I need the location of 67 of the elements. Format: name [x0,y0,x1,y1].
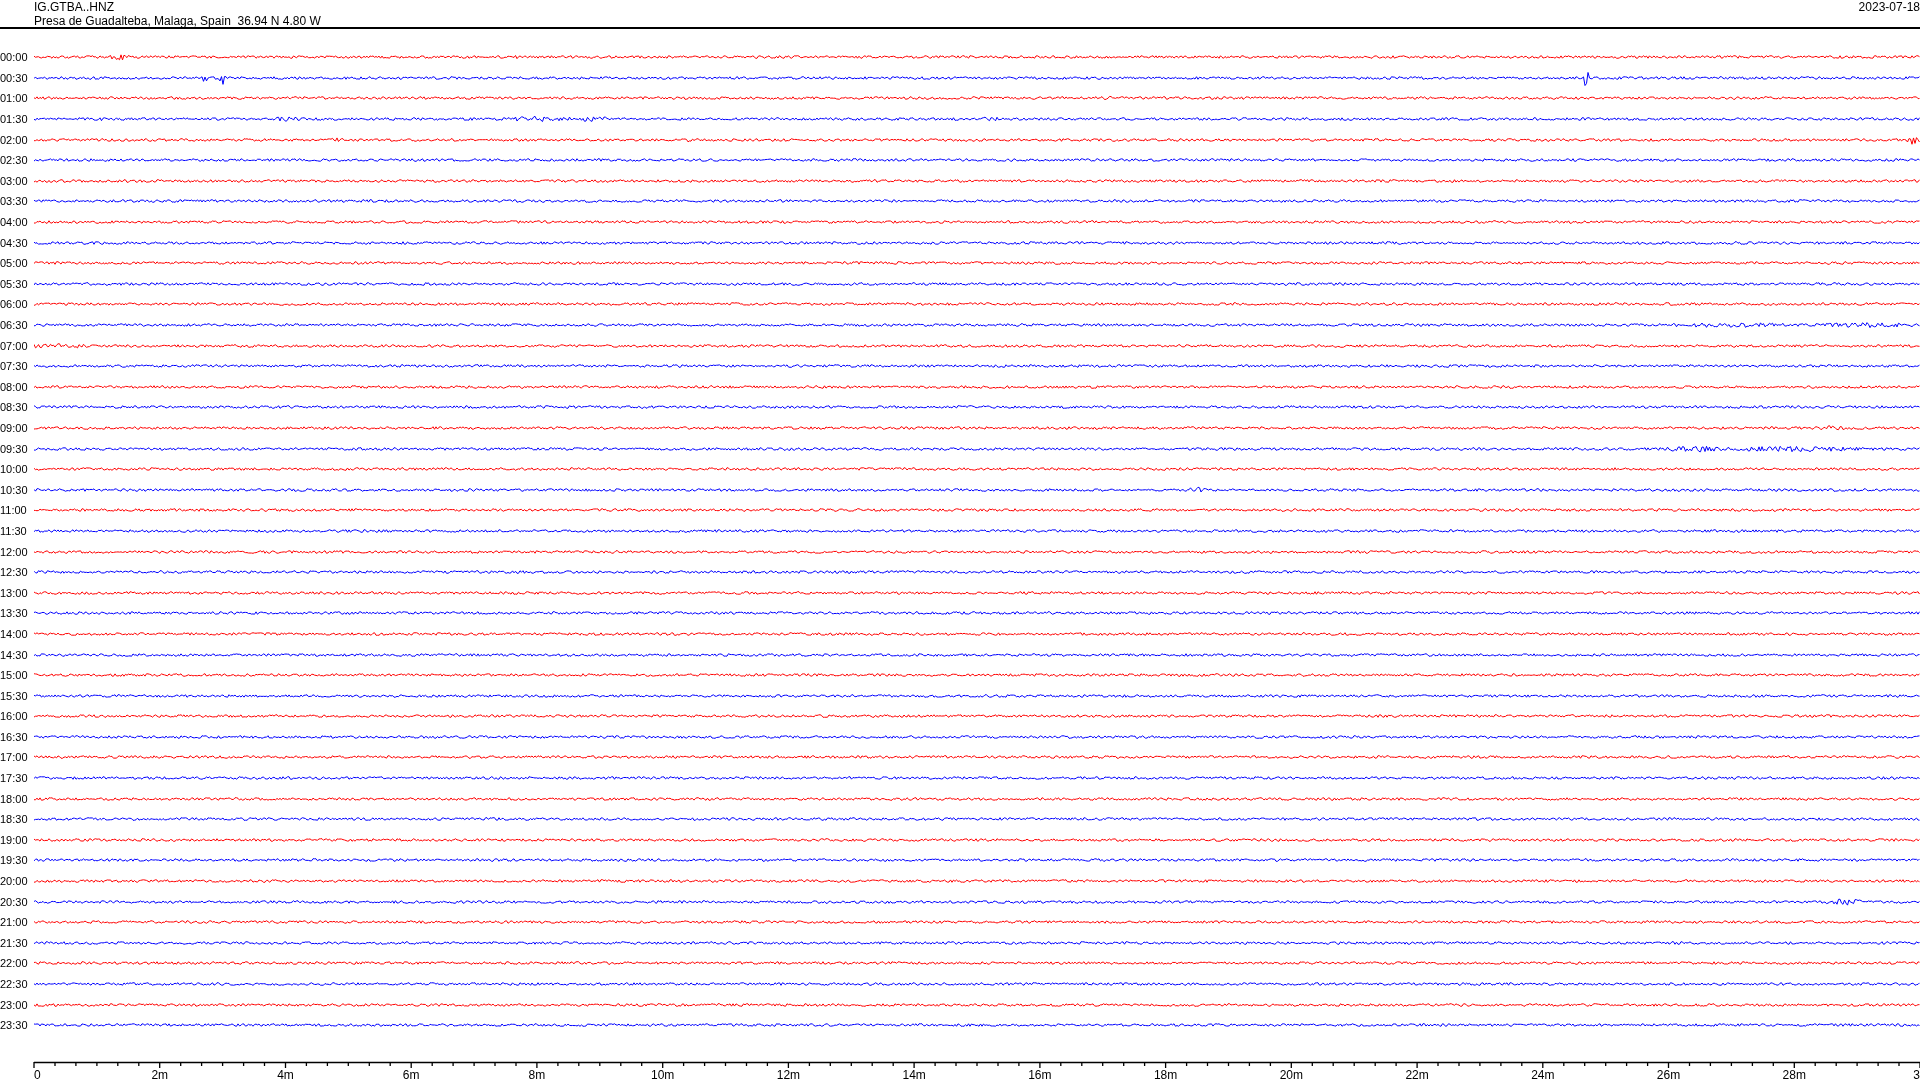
time-label: 17:00 [0,751,29,764]
time-label: 12:00 [0,545,29,558]
axis-tick-label: 24m [1531,1067,1555,1080]
axis-tick-label: 28m [1782,1067,1806,1080]
axis-tick-label: 12m [776,1067,801,1080]
time-label: 16:00 [0,710,29,723]
axis-tick-label: 2m [151,1067,169,1080]
time-label: 20:00 [0,875,29,888]
time-label: 09:30 [0,442,29,455]
axis-tick-label: 6m [402,1067,420,1080]
time-label: 07:30 [0,360,29,373]
time-label: 12:30 [0,566,29,579]
time-label: 02:30 [0,154,29,167]
time-label: 13:00 [0,586,29,599]
time-label: 05:00 [0,257,29,270]
time-label: 23:00 [0,998,29,1011]
time-label: 15:30 [0,689,29,702]
time-label: 04:30 [0,236,29,249]
time-label: 14:00 [0,627,29,640]
time-label: 18:00 [0,792,29,805]
axis-tick-label: 4m [277,1067,294,1080]
station-location: Presa de Guadalteba, Malaga, Spain 36.94 N 4.80 W [34,14,321,28]
time-label: 11:00 [0,504,28,517]
time-label: 09:00 [0,422,29,434]
time-label: 07:00 [0,339,29,352]
time-label: 23:30 [0,1019,29,1032]
axis-tick-label: 10m [651,1067,675,1080]
time-label: 00:30 [0,71,29,84]
time-label: 02:00 [0,133,29,146]
station-code: IG.GTBA..HNZ [34,0,115,14]
time-label: 16:30 [0,730,29,743]
time-label: 17:30 [0,772,29,785]
time-label: 18:30 [0,813,29,826]
time-label: 06:00 [0,298,29,311]
time-label: 04:00 [0,216,29,229]
time-label: 21:30 [0,936,29,949]
axis-tick-label: 8m [528,1067,546,1080]
time-label: 01:00 [0,92,29,105]
time-label: 10:00 [0,463,29,476]
axis-tick-label: 18m [1153,1067,1178,1080]
time-label: 14:30 [0,648,29,661]
axis-tick-label: 16m [1028,1067,1052,1080]
time-label: 08:30 [0,401,29,414]
time-label: 05:30 [0,277,29,290]
time-label: 19:00 [0,833,29,846]
axis-tick-label: 14m [902,1067,926,1080]
time-label: 00:00 [0,51,29,64]
time-label: 03:30 [0,195,29,208]
axis-tick-label: 3 [1913,1067,1920,1080]
time-label: 13:30 [0,607,29,620]
axis-tick-label: 20m [1279,1067,1303,1080]
time-label: 08:00 [0,380,29,393]
axis-tick-label: 22m [1405,1067,1429,1080]
time-label: 10:30 [0,483,29,496]
time-label: 11:30 [0,524,28,537]
time-label: 20:30 [0,895,29,908]
time-label: 22:00 [0,957,29,970]
axis-tick-label: 0 [34,1067,41,1080]
time-label: 15:00 [0,669,29,682]
date-label: 2023-07-18 [1858,0,1920,14]
time-label: 21:00 [0,916,29,929]
axis-tick-label: 26m [1656,1067,1681,1080]
time-label: 22:30 [0,978,29,990]
time-label: 03:00 [0,174,29,187]
time-label: 01:30 [0,113,29,126]
time-label: 19:30 [0,854,29,867]
time-label: 06:30 [0,319,29,331]
